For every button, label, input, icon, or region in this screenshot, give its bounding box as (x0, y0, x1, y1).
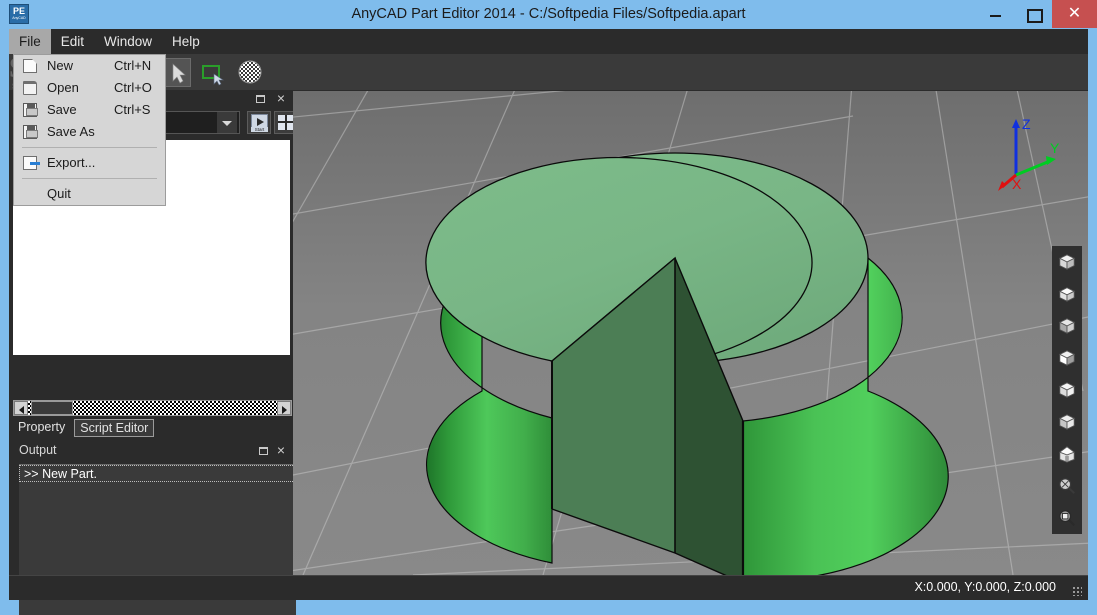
cylinder-svg (425, 152, 949, 575)
application-window: PE AnyCAD AnyCAD Part Editor 2014 - C:/S… (0, 0, 1097, 615)
menu-item-accel: Ctrl+O (114, 80, 152, 95)
float-icon (259, 447, 268, 455)
menu-item-label: Save As (47, 124, 95, 139)
3d-viewport[interactable]: Z Y X (293, 91, 1088, 575)
menu-item-save[interactable]: Save Ctrl+S (14, 99, 165, 121)
float-icon (256, 95, 265, 103)
menu-help[interactable]: Help (162, 29, 210, 54)
menu-file[interactable]: File (9, 29, 51, 54)
window-title: AnyCAD Part Editor 2014 - C:/Softpedia F… (351, 6, 746, 22)
axis-triad: Z Y X (998, 116, 1060, 192)
floppy-disk-icon (23, 103, 38, 117)
tab-property[interactable]: Property (13, 419, 70, 435)
view-home-icon[interactable] (1052, 438, 1082, 470)
menu-bar: File Edit Window Help (9, 29, 1088, 54)
open-folder-icon (23, 81, 37, 95)
menu-item-new[interactable]: New Ctrl+N (14, 55, 165, 77)
minimize-button[interactable] (976, 0, 1014, 28)
view-left-icon[interactable] (1052, 342, 1082, 374)
zoom-fit-icon[interactable] (1052, 470, 1082, 502)
minimize-icon (976, 0, 1014, 28)
axis-label-x: X (1012, 176, 1022, 192)
script-panel-float-button[interactable] (256, 93, 268, 105)
maximize-button[interactable] (1014, 0, 1052, 28)
axis-label-z: Z (1022, 116, 1031, 132)
menu-edit[interactable]: Edit (51, 29, 94, 54)
main-toolbar: SOFTPEDIA™ softpedia.com ? (9, 52, 1088, 92)
script-panel-close-button[interactable]: × (277, 90, 285, 106)
close-icon: ✕ (1067, 5, 1082, 22)
menu-item-quit[interactable]: Quit (14, 183, 165, 205)
panel-tab-bar: Property Script Editor (9, 419, 292, 439)
rectangle-select-icon (202, 65, 224, 86)
menu-separator (22, 147, 157, 148)
view-back-icon[interactable] (1052, 406, 1082, 438)
menu-separator (22, 178, 157, 179)
title-bar: PE AnyCAD AnyCAD Part Editor 2014 - C:/S… (0, 0, 1097, 28)
scroll-left-button[interactable] (14, 401, 28, 415)
export-icon (23, 156, 40, 170)
checkered-sphere-icon (238, 60, 262, 84)
new-document-icon (23, 59, 37, 73)
layout-grid-icon (278, 115, 294, 130)
menu-item-label: Quit (47, 186, 71, 201)
view-axonometric-icon[interactable] (1052, 246, 1082, 278)
output-log-entry: >> New Part. (19, 465, 295, 482)
output-panel-header: Output × (9, 441, 292, 461)
scroll-right-button[interactable] (277, 401, 291, 415)
cut-cylinder-model[interactable] (293, 91, 1088, 575)
maximize-icon (1014, 0, 1052, 28)
menu-window[interactable]: Window (94, 29, 162, 54)
cursor-arrow-icon (172, 63, 186, 84)
close-button[interactable]: ✕ (1052, 0, 1097, 28)
chevron-down-icon[interactable] (217, 112, 237, 133)
material-sphere-tool[interactable] (235, 58, 265, 87)
menu-item-accel: Ctrl+S (114, 102, 151, 117)
menu-item-export[interactable]: Export... (14, 152, 165, 174)
view-right-icon[interactable] (1052, 374, 1082, 406)
zoom-window-icon[interactable] (1052, 502, 1082, 534)
menu-item-label: Open (47, 80, 79, 95)
floppy-disk-icon (23, 125, 38, 139)
scrollbar-thumb[interactable] (31, 401, 73, 415)
resize-grip[interactable] (1072, 586, 1082, 596)
menu-item-label: Export... (47, 155, 96, 170)
start-button-label: Start (251, 127, 268, 132)
output-panel-float-button[interactable] (259, 445, 268, 455)
window-body: SOFTPEDIA™ softpedia.com ? (9, 52, 1088, 615)
menu-item-label: New (47, 58, 74, 73)
script-horizontal-scrollbar[interactable] (13, 400, 292, 416)
menu-item-open[interactable]: Open Ctrl+O (14, 77, 165, 99)
output-panel-close-button[interactable]: × (277, 442, 285, 458)
status-coordinates: X:0.000, Y:0.000, Z:0.000 (914, 580, 1056, 594)
menu-item-save-as[interactable]: Save As (14, 121, 165, 143)
menu-item-label: Save (47, 102, 77, 117)
menu-item-accel: Ctrl+N (114, 58, 152, 73)
view-toolbar (1052, 246, 1082, 534)
view-front-icon[interactable] (1052, 310, 1082, 342)
tab-script-editor[interactable]: Script Editor (74, 419, 155, 437)
axis-label-y: Y (1050, 140, 1060, 156)
output-panel-title: Output (19, 443, 57, 457)
status-bar: X:0.000, Y:0.000, Z:0.000 (9, 575, 1088, 600)
view-top-icon[interactable] (1052, 278, 1082, 310)
file-menu-popup[interactable]: New Ctrl+N Open Ctrl+O Save Ctrl+S Save … (13, 54, 166, 206)
script-start-button[interactable]: Start (247, 111, 271, 134)
rectangle-select-tool[interactable] (197, 58, 227, 87)
